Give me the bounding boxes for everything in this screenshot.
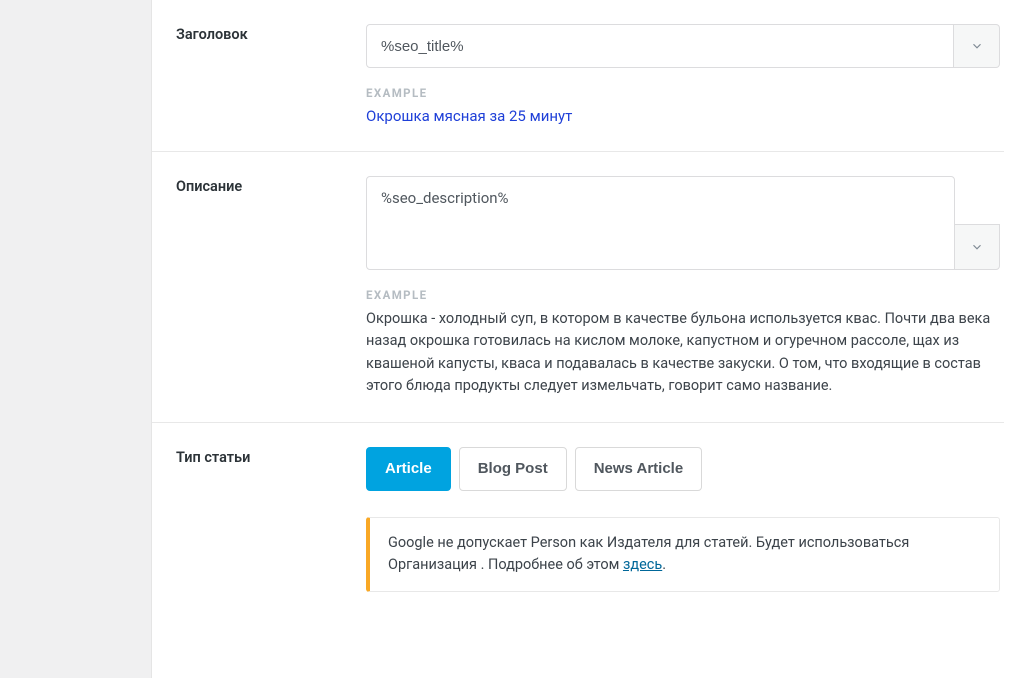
title-label: Заголовок <box>152 24 366 127</box>
publisher-notice: Google не допускает Person как Издателя … <box>366 517 1000 592</box>
title-input[interactable] <box>366 24 954 68</box>
description-row: Описание EXAMPLE Окрошка - холодный суп,… <box>152 152 1004 423</box>
description-example-heading: EXAMPLE <box>366 288 1000 302</box>
description-example-value: Окрошка - холодный суп, в котором в каче… <box>366 308 1000 398</box>
article-type-option-blog-post[interactable]: Blog Post <box>459 447 567 491</box>
article-type-label: Тип статьи <box>152 447 366 592</box>
title-variables-toggle[interactable] <box>954 24 1000 68</box>
chevron-down-icon <box>970 240 984 254</box>
description-variables-toggle[interactable] <box>954 224 1000 270</box>
article-type-row: Тип статьи Article Blog Post News Articl… <box>152 423 1004 616</box>
title-row: Заголовок EXAMPLE Окрошка мясная за 25 м… <box>152 0 1004 152</box>
article-type-option-news-article[interactable]: News Article <box>575 447 702 491</box>
chevron-down-icon <box>970 39 984 53</box>
notice-link[interactable]: здесь <box>623 556 662 573</box>
article-type-option-article[interactable]: Article <box>366 447 451 491</box>
settings-panel: Заголовок EXAMPLE Окрошка мясная за 25 м… <box>152 0 1024 678</box>
description-input[interactable] <box>366 176 955 270</box>
left-gutter <box>0 0 152 678</box>
article-type-group: Article Blog Post News Article <box>366 447 1000 491</box>
title-example-value: Окрошка мясная за 25 минут <box>366 106 1000 127</box>
notice-text-post: . <box>662 556 666 573</box>
title-example-heading: EXAMPLE <box>366 86 1000 100</box>
description-label: Описание <box>152 176 366 398</box>
